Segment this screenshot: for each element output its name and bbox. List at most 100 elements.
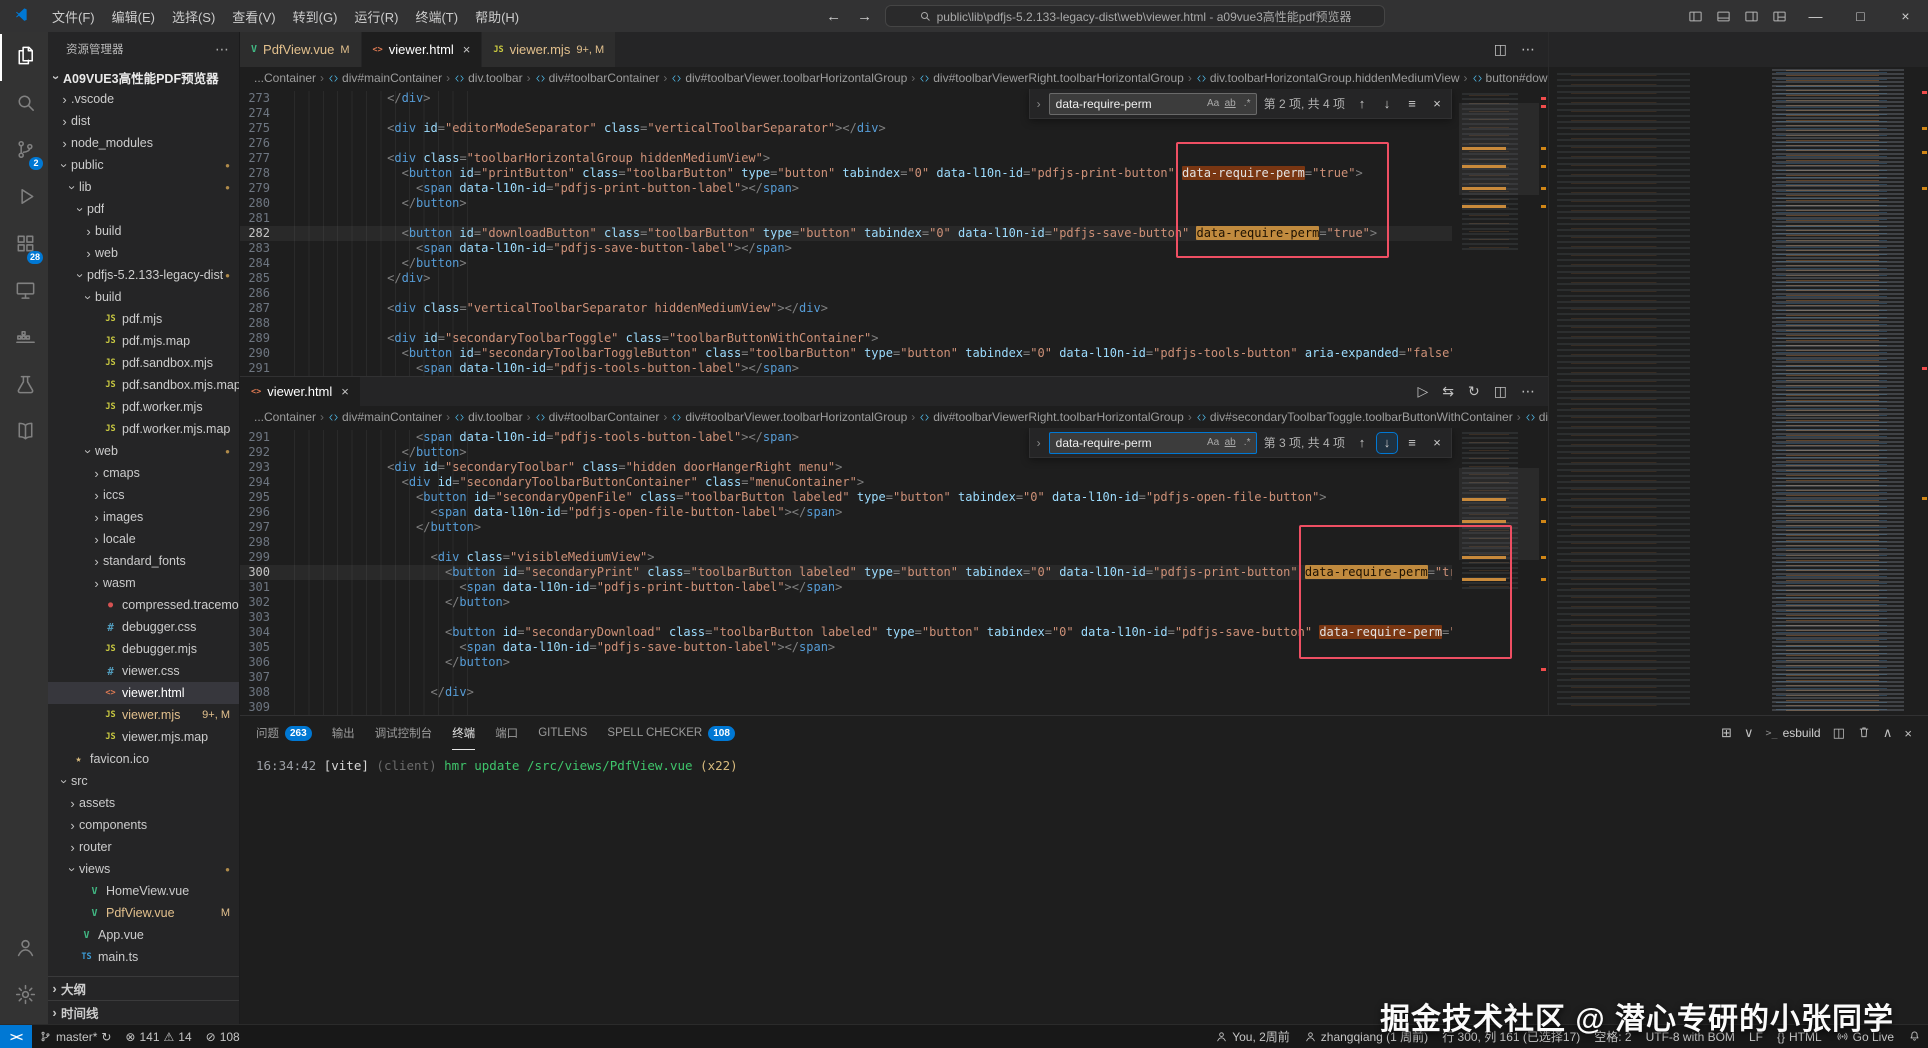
- code-line[interactable]: 278 <button id="printButton" class="tool…: [240, 166, 1452, 181]
- find-next-button[interactable]: ↓: [1377, 94, 1397, 114]
- activity-remote-explorer[interactable]: [0, 269, 48, 316]
- split-terminal-icon[interactable]: ◫: [1833, 725, 1845, 741]
- tree-item-.vscode[interactable]: ›.vscode: [48, 88, 239, 110]
- back-icon[interactable]: ←: [823, 8, 844, 25]
- tree-item-standard_fonts[interactable]: ›standard_fonts: [48, 550, 239, 572]
- terminal-output[interactable]: 16:34:42 [vite] (client) hmr update /src…: [240, 750, 1928, 1024]
- tree-item-PdfView.vue[interactable]: ›VPdfView.vueM: [48, 902, 239, 924]
- run-file-icon[interactable]: ▷: [1418, 383, 1429, 400]
- more-actions-icon[interactable]: ⋯: [1521, 383, 1535, 400]
- tree-item-debugger.mjs[interactable]: ›JSdebugger.mjs: [48, 638, 239, 660]
- tab-viewer.mjs[interactable]: JSviewer.mjs9+, M: [482, 32, 616, 67]
- more-actions-icon[interactable]: ⋯: [1521, 41, 1535, 58]
- tab-viewer.html[interactable]: <>viewer.html×: [362, 32, 483, 67]
- code-line[interactable]: 308 </div>: [240, 685, 1452, 700]
- code-line[interactable]: 283 <span data-l10n-id="pdfjs-save-butto…: [240, 241, 1452, 256]
- tree-item-pdf.worker.mjs[interactable]: ›JSpdf.worker.mjs: [48, 396, 239, 418]
- tree-item-components[interactable]: ›components: [48, 814, 239, 836]
- code-line[interactable]: 302 </button>: [240, 595, 1452, 610]
- code-line[interactable]: 301 <span data-l10n-id="pdfjs-print-butt…: [240, 580, 1452, 595]
- tree-item-favicon.ico[interactable]: ›★favicon.ico: [48, 748, 239, 770]
- activity-run-debug[interactable]: [0, 175, 48, 222]
- tree-item-build[interactable]: ›build: [48, 286, 239, 308]
- toggle-sidebar-icon[interactable]: [1681, 0, 1709, 32]
- code-line[interactable]: 290 <button id="secondaryToolbarToggleBu…: [240, 346, 1452, 361]
- find-input[interactable]: data-require-perm Aa ab .*: [1049, 432, 1257, 454]
- menu-item[interactable]: 终端(T): [407, 4, 466, 29]
- tree-item-pdf.mjs[interactable]: ›JSpdf.mjs: [48, 308, 239, 330]
- status-spell-checker-count[interactable]: ⊘108: [199, 1025, 247, 1048]
- whole-word-toggle[interactable]: ab: [1222, 437, 1239, 448]
- find-prev-button[interactable]: ↑: [1352, 94, 1372, 114]
- menu-item[interactable]: 查看(V): [224, 4, 283, 29]
- tree-item-iccs[interactable]: ›iccs: [48, 484, 239, 506]
- code-line[interactable]: 291 <span data-l10n-id="pdfjs-tools-butt…: [240, 361, 1452, 376]
- code-line[interactable]: 295 <button id="secondaryOpenFile" class…: [240, 490, 1452, 505]
- tree-item-pdf.sandbox.mjs[interactable]: ›JSpdf.sandbox.mjs: [48, 352, 239, 374]
- tree-item-views[interactable]: ›views●: [48, 858, 239, 880]
- tree-item-node_modules[interactable]: ›node_modules: [48, 132, 239, 154]
- tree-item-HomeView.vue[interactable]: ›VHomeView.vue: [48, 880, 239, 902]
- close-icon[interactable]: ×: [463, 42, 471, 57]
- menu-item[interactable]: 帮助(H): [467, 4, 527, 29]
- code-line[interactable]: 300 <button id="secondaryPrint" class="t…: [240, 565, 1452, 580]
- code-line[interactable]: 280 </button>: [240, 196, 1452, 211]
- status-problems[interactable]: ⊗141⚠14: [118, 1025, 198, 1048]
- tree-item-viewer.html[interactable]: ›<>viewer.html: [48, 682, 239, 704]
- tree-item-App.vue[interactable]: ›VApp.vue: [48, 924, 239, 946]
- breadcrumb-item[interactable]: button#downloadButton.toolbarButton: [1472, 71, 1548, 85]
- toggle-secondary-sidebar-icon[interactable]: [1737, 0, 1765, 32]
- code-line[interactable]: 282 <button id="downloadButton" class="t…: [240, 226, 1452, 241]
- code-view[interactable]: 273 </div>274275 <div id="editorModeSepa…: [240, 91, 1452, 376]
- tree-item-locale[interactable]: ›locale: [48, 528, 239, 550]
- tree-item-images[interactable]: ›images: [48, 506, 239, 528]
- status-notifications[interactable]: [1901, 1025, 1928, 1048]
- find-prev-button[interactable]: ↑: [1352, 433, 1372, 453]
- activity-explorer[interactable]: [0, 34, 48, 81]
- tree-item-pdf[interactable]: ›pdf: [48, 198, 239, 220]
- code-line[interactable]: 276: [240, 136, 1452, 151]
- toggle-panel-icon[interactable]: [1709, 0, 1737, 32]
- code-line[interactable]: 304 <button id="secondaryDownload" class…: [240, 625, 1452, 640]
- code-line[interactable]: 303: [240, 610, 1452, 625]
- activity-testing[interactable]: [0, 363, 48, 410]
- activity-docker[interactable]: [0, 316, 48, 363]
- panel-tab-问题[interactable]: 问题263: [256, 716, 312, 750]
- find-expand-chevron-icon[interactable]: ›: [1034, 436, 1044, 450]
- code-line[interactable]: 286: [240, 286, 1452, 301]
- code-line[interactable]: 297 </button>: [240, 520, 1452, 535]
- tree-item-viewer.css[interactable]: ›#viewer.css: [48, 660, 239, 682]
- code-line[interactable]: 287 <div class="verticalToolbarSeparator…: [240, 301, 1452, 316]
- code-line[interactable]: 293 <div id="secondaryToolbar" class="hi…: [240, 460, 1452, 475]
- terminal-tab-esbuild[interactable]: >_ esbuild: [1766, 726, 1821, 740]
- regex-toggle[interactable]: .*: [1239, 98, 1256, 109]
- code-line[interactable]: 281: [240, 211, 1452, 226]
- panel-tab-GITLENS[interactable]: GITLENS: [538, 716, 587, 750]
- code-line[interactable]: 285 </div>: [240, 271, 1452, 286]
- breadcrumb-item[interactable]: div#toolbarViewerRight.toolbarHorizontal…: [919, 410, 1184, 424]
- match-case-toggle[interactable]: Aa: [1205, 98, 1222, 109]
- minimap-slider[interactable]: [1459, 468, 1539, 560]
- tree-item-viewer.mjs[interactable]: ›JSviewer.mjs9+, M: [48, 704, 239, 726]
- find-input[interactable]: data-require-perm Aa ab .*: [1049, 93, 1257, 115]
- tree-item-assets[interactable]: ›assets: [48, 792, 239, 814]
- code-line[interactable]: 279 <span data-l10n-id="pdfjs-print-butt…: [240, 181, 1452, 196]
- menu-item[interactable]: 转到(G): [285, 4, 346, 29]
- code-line[interactable]: 306 </button>: [240, 655, 1452, 670]
- breadcrumb-item[interactable]: div#toolbarContainer: [535, 410, 660, 424]
- breadcrumb-item[interactable]: div#toolbarViewer.toolbarHorizontalGroup: [671, 410, 907, 424]
- status-remote[interactable]: ><: [0, 1025, 32, 1048]
- panel-tab-端口[interactable]: 端口: [495, 716, 518, 750]
- breadcrumb-item[interactable]: div#secondaryToolbar.hidden.d...: [1525, 410, 1548, 424]
- tree-item-pdf.mjs.map[interactable]: ›JSpdf.mjs.map: [48, 330, 239, 352]
- close-panel-icon[interactable]: ×: [1904, 726, 1912, 741]
- more-actions-icon[interactable]: ⋯: [215, 41, 229, 58]
- breadcrumb-item[interactable]: div.toolbarHorizontalGroup.hiddenMediumV…: [1196, 71, 1460, 85]
- tab-viewer.html[interactable]: <>viewer.html×: [240, 377, 361, 406]
- tree-item-dist[interactable]: ›dist: [48, 110, 239, 132]
- activity-account[interactable]: [0, 926, 48, 973]
- activity-extensions[interactable]: 28: [0, 222, 48, 269]
- tree-item-pdfjs-5.2.133-legacy-dist[interactable]: ›pdfjs-5.2.133-legacy-dist●: [48, 264, 239, 286]
- minimap[interactable]: [1459, 428, 1539, 715]
- tree-item-public[interactable]: ›public●: [48, 154, 239, 176]
